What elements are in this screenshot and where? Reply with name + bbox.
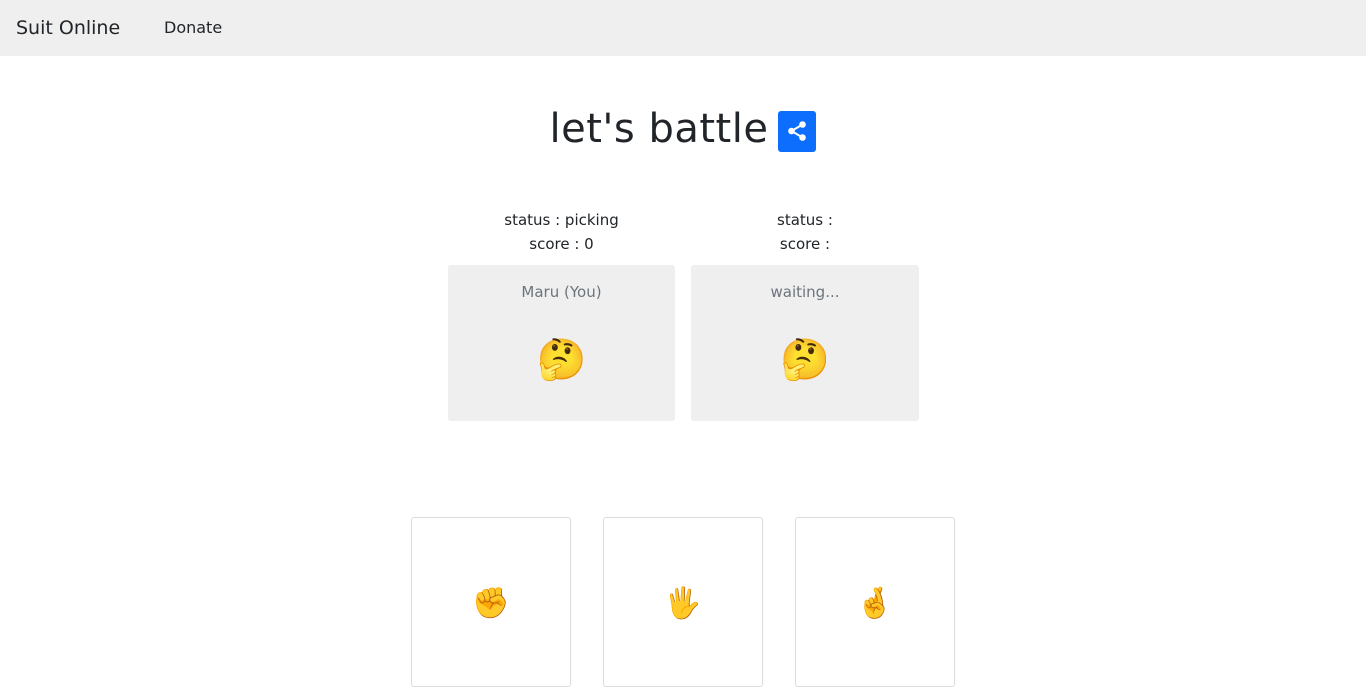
thinking-face-icon: 🤔: [780, 337, 830, 383]
player-card: Maru (You) 🤔: [448, 265, 675, 421]
donate-link[interactable]: Donate: [164, 17, 222, 39]
choice-rock-button[interactable]: ✊: [411, 517, 571, 687]
opponent-status: status :: [777, 211, 833, 229]
player-panel-you: status : picking score : 0 Maru (You) 🤔: [448, 208, 675, 421]
share-button[interactable]: [778, 110, 817, 152]
choice-paper-button[interactable]: 🖐: [603, 517, 763, 687]
raised-fist-icon: ✊: [472, 586, 510, 621]
navbar: Suit Online Donate: [0, 0, 1366, 56]
page-title: let's battle: [549, 106, 769, 152]
raised-hand-icon: 🖐: [664, 586, 702, 621]
player-status: status : picking: [504, 211, 619, 229]
opponent-card: waiting... 🤔: [691, 265, 919, 421]
thinking-face-icon: 🤔: [536, 337, 587, 383]
share-icon: [788, 121, 807, 141]
crossed-fingers-icon: 🤞: [856, 586, 894, 621]
player-panel-opponent: status : score : waiting... 🤔: [691, 208, 919, 421]
brand-link[interactable]: Suit Online: [16, 15, 120, 41]
player-score: score : 0: [529, 235, 594, 253]
title-row: let's battle: [0, 102, 1366, 156]
opponent-name: waiting...: [770, 283, 840, 301]
player-name: Maru (You): [521, 283, 602, 301]
choice-scissors-button[interactable]: 🤞: [795, 517, 955, 687]
opponent-score: score :: [779, 235, 831, 253]
